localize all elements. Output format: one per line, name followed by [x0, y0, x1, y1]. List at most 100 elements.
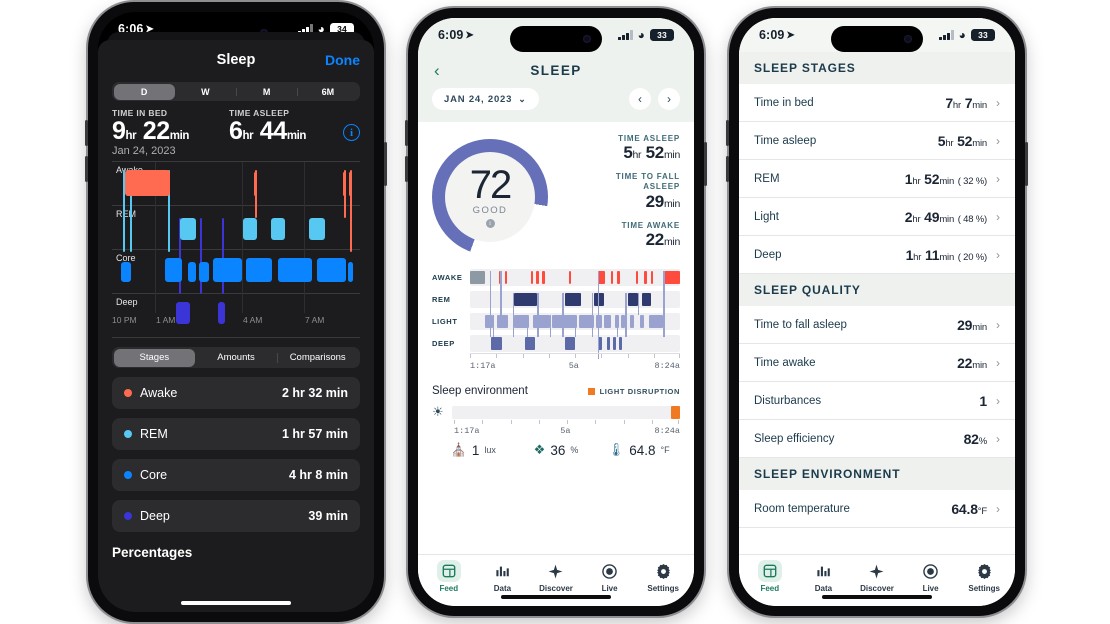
stat-hr-unit: hr: [125, 130, 137, 142]
tab-comparisons[interactable]: Comparisons: [276, 349, 359, 367]
hypnogram-segment: [533, 315, 550, 328]
home-indicator-1[interactable]: [181, 600, 291, 605]
tab-live[interactable]: Live: [904, 560, 958, 606]
segment-d[interactable]: D: [113, 83, 175, 100]
lux-icon: ⛪: [450, 442, 467, 457]
segment-w[interactable]: W: [175, 84, 236, 100]
tab-data[interactable]: Data: [797, 560, 851, 606]
side-stat-time-to-fall-asleep: TIME TO FALL ASLEEP 29min: [598, 172, 680, 212]
tab-settings[interactable]: Settings: [636, 560, 690, 606]
tab-amounts[interactable]: Amounts: [195, 349, 277, 367]
row-key: Time asleep: [754, 134, 817, 147]
info-circle-icon[interactable]: i: [343, 124, 360, 141]
env-value-temperature: 🌡 64.8 °F: [597, 442, 680, 458]
tab-stages[interactable]: Stages: [113, 348, 196, 367]
stages-tab-control[interactable]: Stages Amounts Comparisons: [112, 347, 360, 368]
legend-row-rem[interactable]: REM 1 hr 57 min: [112, 418, 360, 450]
volume-down-button[interactable]: [726, 156, 729, 182]
date-picker-button[interactable]: JAN 24, 2023 ⌄: [432, 88, 539, 110]
volume-up-button[interactable]: [726, 120, 729, 146]
row-light[interactable]: Light 2hr 49min ( 48 %) ›: [739, 198, 1015, 236]
volume-down-button[interactable]: [85, 156, 88, 182]
location-arrow-icon: ➤: [786, 29, 795, 41]
side-stat-min-unit: min: [663, 236, 680, 248]
hypnogram-connector: [493, 315, 495, 337]
row-deep[interactable]: Deep 1hr 11min ( 20 %) ›: [739, 236, 1015, 274]
hypnogram-segment: [564, 337, 575, 350]
hypnogram-row-label: DEEP: [432, 339, 455, 348]
sparkle-icon: [865, 560, 889, 582]
front-camera-icon: [583, 35, 591, 43]
row-rem[interactable]: REM 1hr 52min ( 32 %) ›: [739, 160, 1015, 198]
power-button[interactable]: [704, 142, 707, 186]
tab-discover[interactable]: Discover: [529, 560, 583, 606]
feed-icon: [436, 560, 461, 582]
status-time-text-2: 6:09: [438, 28, 464, 42]
battery-level-2: 33: [657, 30, 667, 40]
row-time-in-bed[interactable]: Time in bed 7hr 7min ›: [739, 84, 1015, 122]
row-percent: ( 48 %): [957, 213, 987, 225]
volume-down-button[interactable]: [405, 156, 408, 182]
chevron-left-icon[interactable]: ‹: [434, 62, 440, 79]
tab-live[interactable]: Live: [583, 560, 637, 606]
tab-data[interactable]: Data: [476, 560, 530, 606]
row-key: Room temperature: [754, 502, 850, 515]
axis-mid-label: 5a: [568, 361, 579, 371]
row-disturbances[interactable]: Disturbances 1 ›: [739, 382, 1015, 420]
record-circle-icon: [919, 560, 943, 582]
row-sleep-efficiency[interactable]: Sleep efficiency 82% ›: [739, 420, 1015, 458]
power-button[interactable]: [1025, 142, 1028, 186]
x-tick-label: 1 AM: [156, 315, 176, 325]
cellular-bars-icon: [618, 30, 633, 40]
percentages-heading: Percentages: [112, 545, 193, 560]
home-indicator-2[interactable]: [501, 594, 611, 599]
segment-6m[interactable]: 6M: [297, 84, 358, 100]
stat-value: 9hr 22min: [112, 117, 189, 146]
tab-settings[interactable]: Settings: [957, 560, 1011, 606]
hypnogram-connector: [549, 315, 552, 337]
sleep-detail-sheet: Sleep Done D W M 6M TIME IN BED 9hr 22mi…: [98, 40, 374, 612]
side-stat-minutes: 22: [645, 230, 665, 249]
hypnogram-connector: [537, 293, 539, 337]
volume-up-button[interactable]: [405, 120, 408, 146]
hypnogram-connector: [625, 293, 627, 337]
tab-discover[interactable]: Discover: [850, 560, 904, 606]
tab-feed[interactable]: Feed: [743, 560, 797, 606]
row-value: 1hr 52min ( 32 %): [905, 171, 987, 187]
row-hr-unit: hr: [945, 137, 954, 149]
legend-row-deep[interactable]: Deep 39 min: [112, 500, 360, 532]
x-tick-label: 4 AM: [243, 315, 263, 325]
power-button[interactable]: [384, 142, 387, 186]
done-button[interactable]: Done: [325, 52, 360, 68]
legend-row-core[interactable]: Core 4 hr 8 min: [112, 459, 360, 491]
home-indicator-3[interactable]: [822, 594, 932, 599]
row-time-to-fall-asleep[interactable]: Time to fall asleep 29min ›: [739, 306, 1015, 344]
env-value-number: 36: [550, 442, 566, 458]
tab-label: Settings: [968, 584, 1000, 593]
row-value: 22min: [957, 355, 987, 371]
segment-m[interactable]: M: [236, 84, 297, 100]
range-segmented-control[interactable]: D W M 6M: [112, 82, 360, 101]
legend-row-awake[interactable]: Awake 2 hr 32 min: [112, 377, 360, 409]
next-day-button[interactable]: ›: [658, 88, 680, 110]
tab-feed[interactable]: Feed: [422, 560, 476, 606]
status-time-text-3: 6:09: [759, 28, 785, 42]
hypnogram-row-label: LIGHT: [432, 317, 458, 326]
row-time-asleep[interactable]: Time asleep 5hr 52min ›: [739, 122, 1015, 160]
chart-date-label: Jan 24, 2023: [112, 145, 176, 157]
hypnogram-segment: [604, 315, 611, 328]
env-axis-start: 1:17a: [454, 426, 480, 436]
row-key: Time awake: [754, 356, 816, 369]
volume-up-button[interactable]: [85, 120, 88, 146]
row-key: Time to fall asleep: [754, 318, 847, 331]
row-key: Light: [754, 210, 779, 223]
hypnogram-connector: [500, 271, 502, 315]
row-room-temperature[interactable]: Room temperature 64.8°F ›: [739, 490, 1015, 528]
info-circle-icon[interactable]: i: [485, 218, 495, 228]
row-time-awake[interactable]: Time awake 22min ›: [739, 344, 1015, 382]
chevron-right-icon: ›: [996, 209, 1000, 224]
stage-name: Awake: [140, 386, 178, 400]
feed-icon: [757, 560, 782, 582]
prev-day-button[interactable]: ‹: [629, 88, 651, 110]
stat-min-unit: min: [169, 130, 190, 142]
